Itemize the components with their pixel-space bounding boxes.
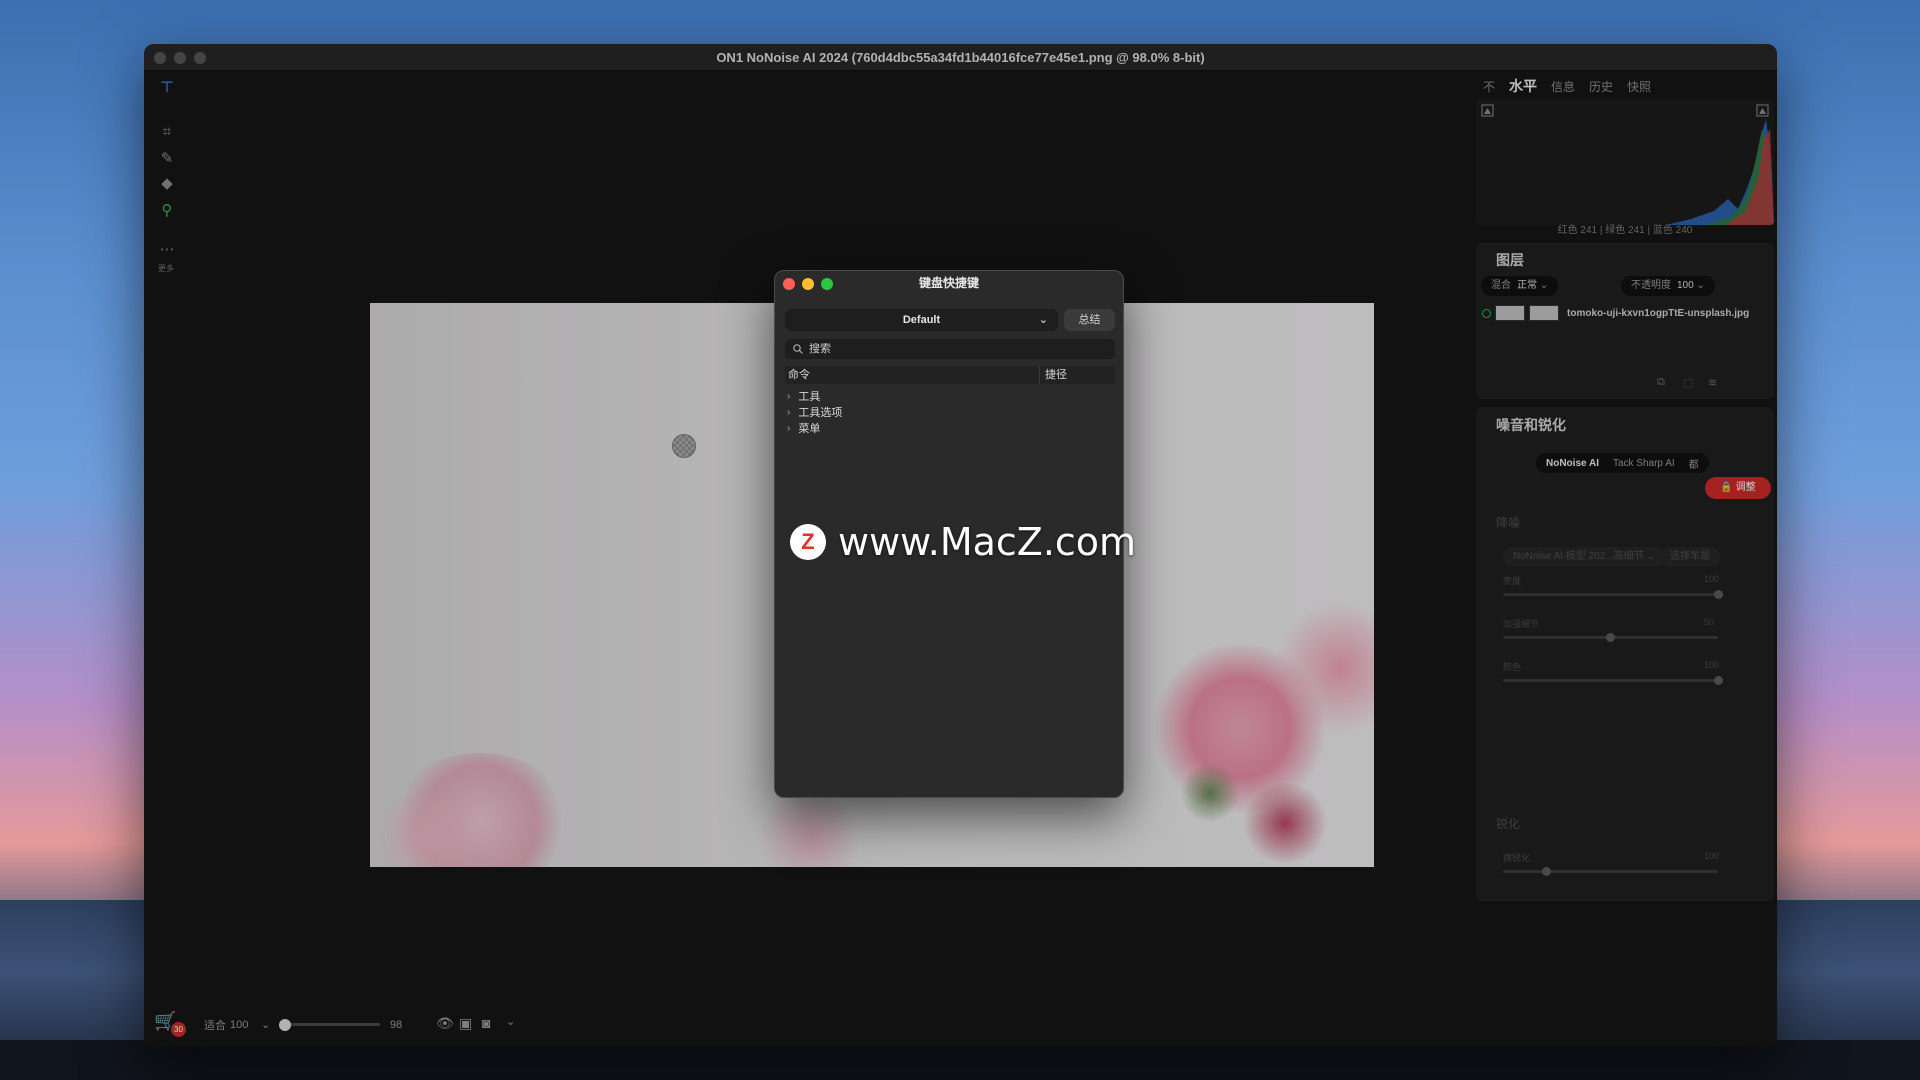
chevron-down-icon: ⌄ xyxy=(1038,314,1048,326)
preset-select[interactable]: Default ⌄ xyxy=(785,309,1058,331)
chevron-right-icon: › xyxy=(787,406,791,418)
preset-value: Default xyxy=(902,314,941,326)
tree-item-tools[interactable]: › 工具 xyxy=(787,388,820,404)
tree-item-tool-options[interactable]: › 工具选项 xyxy=(787,404,842,420)
search-field[interactable] xyxy=(785,339,1115,359)
summary-button[interactable]: 总结 xyxy=(1064,309,1115,331)
search-input[interactable] xyxy=(809,343,1089,355)
watermark-logo: Z xyxy=(790,524,826,560)
shortcut-column-header[interactable]: 捷径 xyxy=(1040,366,1067,384)
chevron-right-icon: › xyxy=(787,422,791,434)
search-icon xyxy=(793,344,803,354)
tree-item-label: 工具选项 xyxy=(798,407,843,419)
dialog-title: 键盘快捷键 xyxy=(918,276,979,290)
tree-item-label: 工具 xyxy=(798,391,821,403)
watermark-text: www.MacZ.com xyxy=(838,520,1137,564)
watermark: Z www.MacZ.com xyxy=(790,520,1136,564)
shortcuts-table-header: 命令 捷径 xyxy=(785,366,1115,384)
tree-item-label: 菜单 xyxy=(798,423,821,435)
tree-item-menu[interactable]: › 菜单 xyxy=(787,420,820,436)
command-column-header[interactable]: 命令 xyxy=(785,366,1040,384)
chevron-right-icon: › xyxy=(787,390,791,402)
